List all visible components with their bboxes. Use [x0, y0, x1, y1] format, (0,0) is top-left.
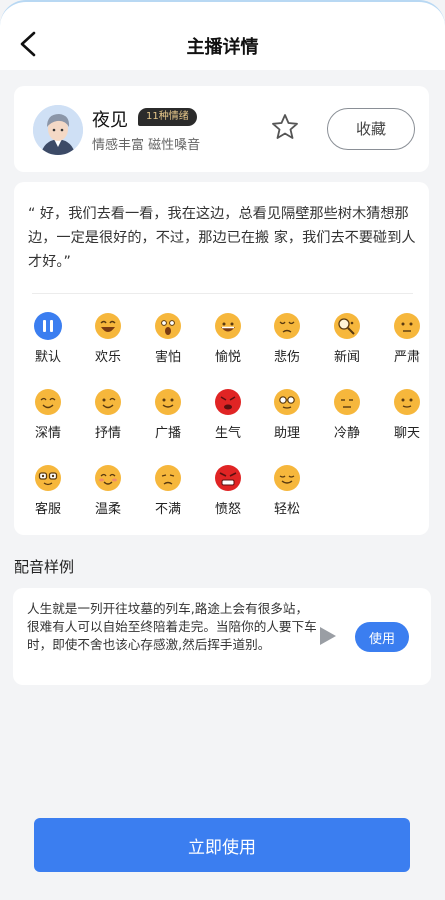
page-title: 主播详情 — [186, 37, 259, 58]
emotion-label: 深情 — [34, 426, 61, 441]
emotion-label: 轻松 — [273, 502, 300, 517]
emotion-label: 默认 — [34, 350, 61, 365]
emotion-item-16[interactable]: 温柔 — [88, 464, 128, 522]
anchor-tags: 情感丰富 磁性嗓音 — [92, 138, 201, 153]
scared-face-icon — [154, 312, 182, 340]
nerd-face-icon — [34, 464, 62, 492]
avatar-image — [33, 105, 83, 155]
emotion-item-15[interactable]: 客服 — [28, 464, 68, 522]
emotion-label: 愉悦 — [214, 350, 241, 365]
emotion-item-4[interactable]: 愉悦 — [208, 312, 248, 370]
emotion-label: 悲伤 — [273, 350, 300, 365]
top-bar: 主播详情 — [0, 0, 445, 70]
sample-quote: “ 好，我们去看一看，我在这边，总看见隔壁那些树木猜想那边，一定是很好的，不过，… — [28, 206, 416, 270]
emotion-item-13[interactable]: 冷静 — [327, 388, 367, 446]
magnifier-face-icon — [333, 312, 361, 340]
use-sample-button[interactable]: 使用 — [355, 622, 409, 652]
furious-red-face-icon — [214, 464, 242, 492]
winking-face-icon — [94, 388, 122, 416]
emotion-item-3[interactable]: 害怕 — [148, 312, 188, 370]
emotion-item-8[interactable]: 深情 — [28, 388, 68, 446]
emotion-label: 温柔 — [94, 502, 121, 517]
laughing-face-icon — [94, 312, 122, 340]
emotion-label: 愤怒 — [214, 502, 241, 517]
anchor-name: 夜见 — [92, 110, 128, 131]
pause-icon — [34, 312, 62, 340]
emotion-item-18[interactable]: 愤怒 — [208, 464, 248, 522]
section-title-sample: 配音样例 — [14, 558, 75, 576]
divider — [32, 293, 413, 294]
slight-smile-face-icon — [154, 388, 182, 416]
grinning-face-icon — [214, 312, 242, 340]
avatar — [33, 105, 83, 155]
emotion-item-2[interactable]: 欢乐 — [88, 312, 128, 370]
relieved-face-icon — [273, 464, 301, 492]
emotion-item-7[interactable]: 严肃 — [387, 312, 427, 370]
unamused-face-icon — [154, 464, 182, 492]
emotion-label: 聊天 — [393, 426, 420, 441]
emotion-item-1[interactable]: 默认 — [28, 312, 68, 370]
emotion-card: “ 好，我们去看一看，我在这边，总看见隔壁那些树木猜想那边，一定是很好的，不过，… — [14, 182, 429, 535]
emotion-label: 客服 — [34, 502, 61, 517]
collect-button[interactable]: 收藏 — [327, 108, 415, 150]
expressionless-face-icon — [333, 388, 361, 416]
sample-card: 人生就是一列开往坟墓的列车,路途上会有很多站，很难有人可以自始至终陪着走完。当陪… — [13, 588, 431, 685]
emotion-label: 广播 — [154, 426, 181, 441]
blushing-face-icon — [94, 464, 122, 492]
emotion-label: 严肃 — [393, 350, 420, 365]
emotion-label: 冷静 — [333, 426, 360, 441]
emotion-item-5[interactable]: 悲伤 — [267, 312, 307, 370]
star-icon[interactable] — [270, 112, 300, 142]
emotion-count-badge: 11种情绪 — [138, 108, 197, 126]
neutral-smile-face-icon — [393, 388, 421, 416]
play-icon[interactable] — [319, 626, 337, 646]
emotion-label: 抒情 — [94, 426, 121, 441]
emotion-item-12[interactable]: 助理 — [267, 388, 307, 446]
angry-red-face-icon — [214, 388, 242, 416]
emotion-item-6[interactable]: 新闻 — [327, 312, 367, 370]
emotion-item-19[interactable]: 轻松 — [267, 464, 307, 522]
emotion-item-17[interactable]: 不满 — [148, 464, 188, 522]
smiling-face-icon — [34, 388, 62, 416]
emotion-label: 新闻 — [333, 350, 360, 365]
emotion-item-10[interactable]: 广播 — [148, 388, 188, 446]
emotion-item-14[interactable]: 聊天 — [387, 388, 427, 446]
emotion-label: 害怕 — [154, 350, 181, 365]
serious-face-icon — [393, 312, 421, 340]
emotion-label: 生气 — [214, 426, 241, 441]
anchor-card: 夜见 11种情绪 情感丰富 磁性嗓音 收藏 — [14, 86, 429, 172]
emotion-label: 不满 — [154, 502, 181, 517]
emotion-label: 助理 — [273, 426, 300, 441]
emotion-item-11[interactable]: 生气 — [208, 388, 248, 446]
glasses-face-icon — [273, 388, 301, 416]
sad-face-icon — [273, 312, 301, 340]
use-now-button[interactable]: 立即使用 — [34, 818, 410, 872]
sample-text: 人生就是一列开往坟墓的列车,路途上会有很多站，很难有人可以自始至终陪着走完。当陪… — [27, 601, 317, 652]
emotion-label: 欢乐 — [94, 350, 121, 365]
emotion-item-9[interactable]: 抒情 — [88, 388, 128, 446]
